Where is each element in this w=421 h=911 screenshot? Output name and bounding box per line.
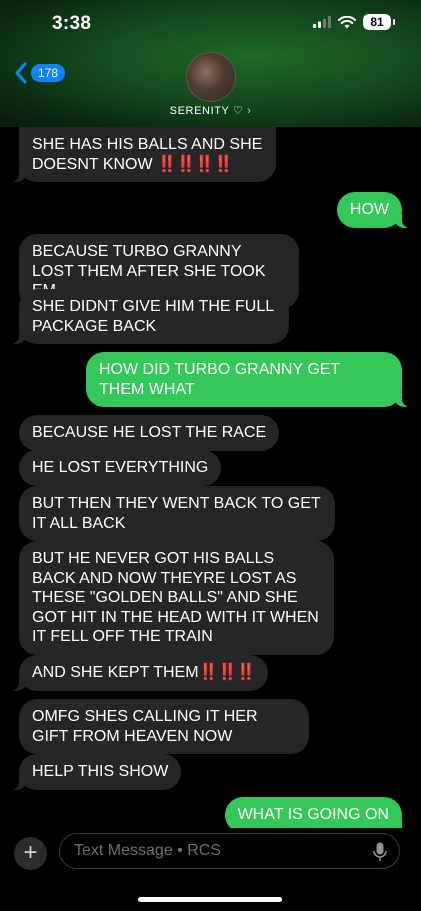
back-button[interactable]: 178 bbox=[14, 62, 66, 84]
signal-icon bbox=[313, 16, 331, 28]
home-indicator bbox=[138, 897, 282, 902]
status-indicators: 81 bbox=[313, 14, 395, 30]
microphone-icon[interactable] bbox=[373, 842, 387, 862]
contact-name-label: SERENITY ♡ bbox=[169, 105, 244, 117]
message-bubble[interactable]: SHE HAS HIS BALLS AND SHE DOESNT KNOW ‼️… bbox=[9, 127, 276, 182]
message-bubble[interactable]: OMFG SHES CALLING IT HER GIFT FROM HEAVE… bbox=[19, 699, 309, 754]
message-bubble[interactable]: SHE DIDNT GIVE HIM THE FULL PACKAGE BACK bbox=[9, 289, 289, 344]
message-bubble[interactable]: BUT THEN THEY WENT BACK TO GET IT ALL BA… bbox=[19, 486, 335, 541]
contact-avatar[interactable] bbox=[186, 52, 236, 102]
message-bubble[interactable]: HOW bbox=[336, 192, 413, 228]
message-input-placeholder: Text Message • RCS bbox=[74, 842, 221, 859]
unread-count-badge: 178 bbox=[31, 64, 66, 82]
battery-indicator: 81 bbox=[363, 14, 395, 30]
status-time: 3:38 bbox=[52, 13, 92, 34]
contact-name[interactable]: SERENITY ♡ › bbox=[0, 104, 421, 117]
add-attachment-button[interactable]: + bbox=[14, 837, 47, 870]
message-bubble[interactable]: HELP THIS SHOW bbox=[8, 754, 182, 790]
message-input[interactable]: Text Message • RCS bbox=[59, 833, 400, 869]
chevron-left-icon bbox=[15, 62, 27, 84]
message-bubble[interactable]: AND SHE KEPT THEM‼️‼️‼️ bbox=[8, 655, 269, 691]
message-bubble[interactable]: BECAUSE HE LOST THE RACE bbox=[19, 415, 280, 451]
message-bubble[interactable]: HOW DID TURBO GRANNY GET THEM WHAT bbox=[86, 352, 412, 407]
message-bubble[interactable]: BUT HE NEVER GOT HIS BALLS BACK AND NOW … bbox=[19, 541, 334, 655]
plus-icon: + bbox=[23, 839, 38, 866]
message-bubble[interactable]: HE LOST EVERYTHING bbox=[19, 450, 222, 486]
contact-chevron-icon: › bbox=[247, 105, 252, 117]
wifi-icon bbox=[338, 15, 356, 28]
conversation-header: 3:38 81 178 SERENITY ♡ › bbox=[0, 0, 421, 127]
